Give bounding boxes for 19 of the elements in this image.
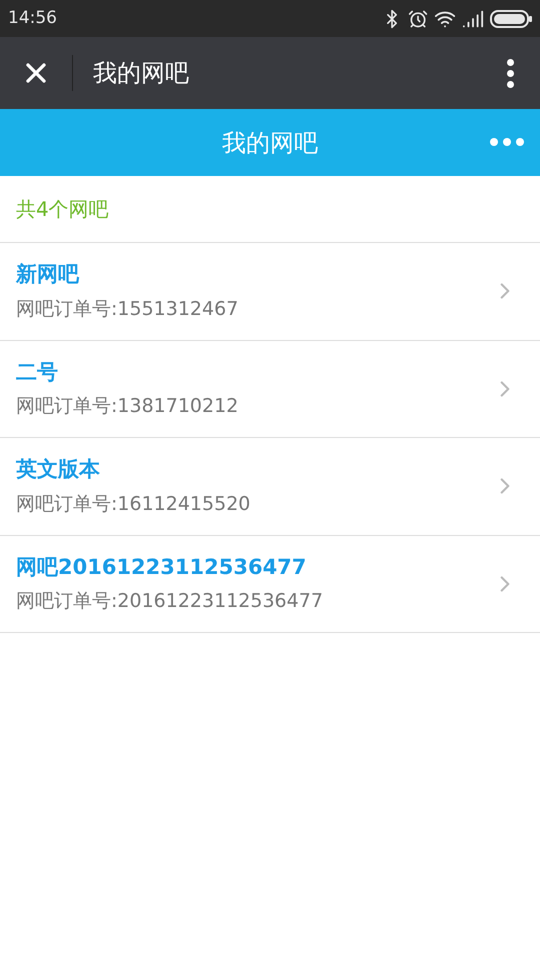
- cafe-name: 二号: [16, 358, 59, 386]
- order-number: 网吧订单号:1551312467: [16, 296, 240, 322]
- cafe-list-item[interactable]: 网吧20161223112536477 网吧订单号:20161223112536477: [0, 536, 540, 633]
- cafe-count: 共4个网吧: [16, 196, 109, 223]
- order-number: 网吧订单号:20161223112536477: [16, 589, 324, 614]
- cafe-list-item[interactable]: 英文版本 网吧订单号:16112415520: [0, 438, 540, 536]
- cafe-name: 新网吧: [16, 261, 80, 288]
- cafe-name: 英文版本: [16, 456, 101, 484]
- status-time: 14:56: [8, 6, 57, 30]
- cafe-name: 网吧20161223112536477: [16, 554, 308, 581]
- order-number: 网吧订单号:16112415520: [16, 492, 252, 517]
- nav-title: 我的网吧: [93, 58, 190, 89]
- battery-icon: [490, 10, 532, 28]
- order-number: 网吧订单号:1381710212: [16, 394, 240, 420]
- cafe-list-item[interactable]: 二号 网吧订单号:1381710212: [0, 340, 540, 438]
- menu-icon: [506, 58, 514, 88]
- header-title: 我的网吧: [222, 128, 318, 158]
- alarm-icon: [408, 8, 428, 28]
- cafe-list-item[interactable]: 新网吧 网吧订单号:1551312467: [0, 243, 540, 340]
